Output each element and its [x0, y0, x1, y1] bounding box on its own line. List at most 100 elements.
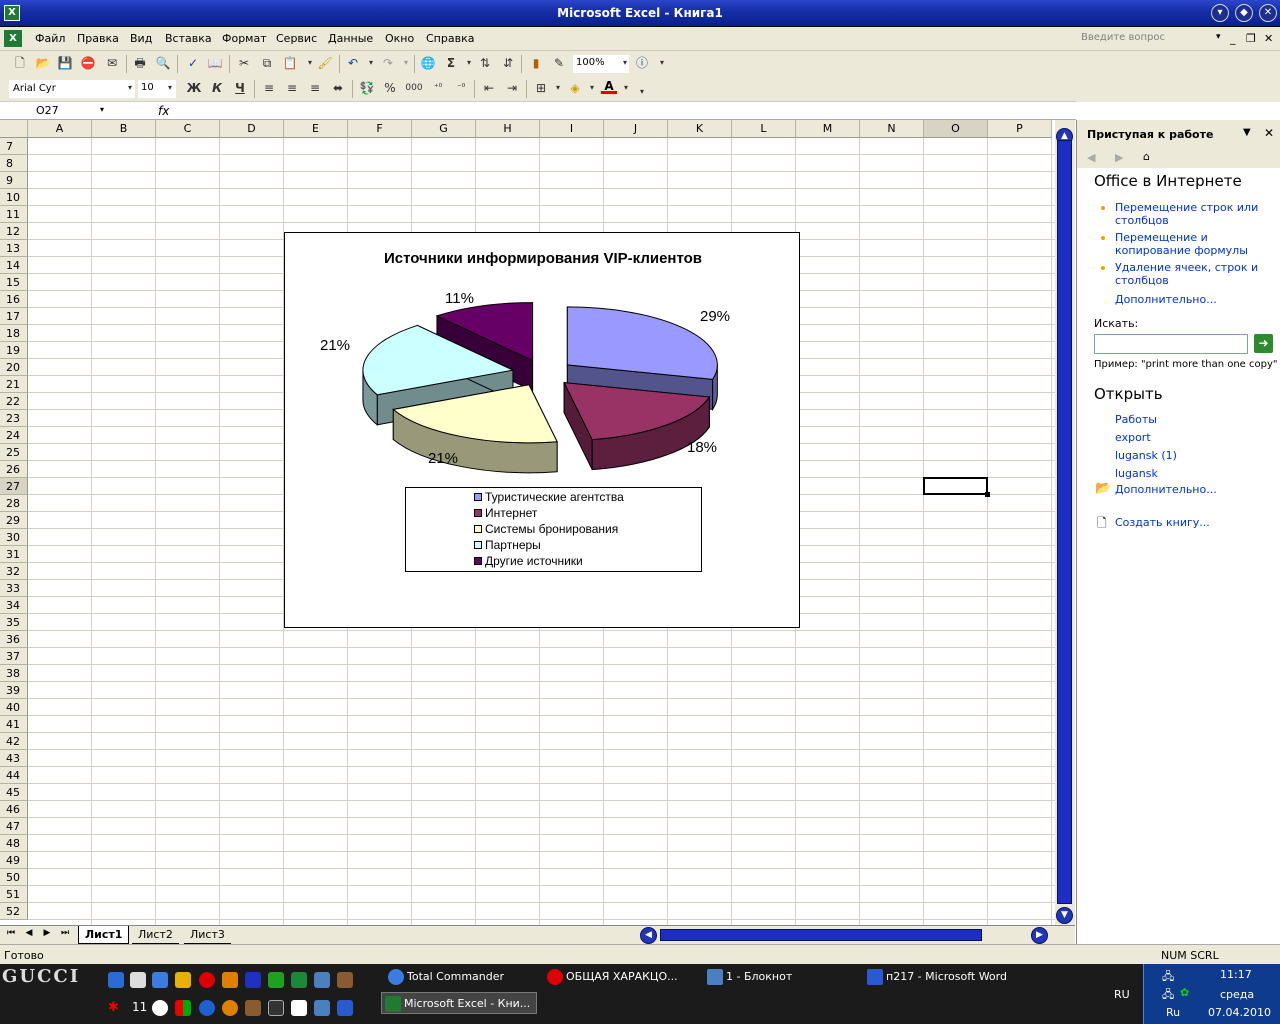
zoom-dropdown-icon[interactable]: ▾: [617, 55, 633, 71]
workbook-icon[interactable]: X: [4, 30, 22, 47]
mail-icon[interactable]: [222, 1000, 238, 1016]
prev-sheet-icon[interactable]: ◀: [22, 928, 36, 938]
search-app-icon[interactable]: [175, 972, 191, 988]
font-color-dropdown-icon[interactable]: ▾: [618, 80, 634, 96]
row-header-46[interactable]: 46: [0, 801, 28, 818]
menu-window[interactable]: Окно: [385, 32, 414, 45]
close-button[interactable]: ✕: [1259, 4, 1277, 22]
pie-slice-internet[interactable]: [563, 382, 711, 471]
row-header-23[interactable]: 23: [0, 410, 28, 427]
fill-color-icon[interactable]: ◈: [567, 80, 583, 96]
doc-restore-icon[interactable]: ❐: [1246, 32, 1256, 45]
ie-icon[interactable]: [108, 972, 124, 988]
format-painter-icon[interactable]: 🖌: [317, 55, 333, 71]
row-header-28[interactable]: 28: [0, 495, 28, 512]
row-header-45[interactable]: 45: [0, 784, 28, 801]
menu-insert[interactable]: Вставка: [165, 32, 212, 45]
link-delete-cells[interactable]: Удаление ячеек, строк и столбцов: [1115, 261, 1265, 287]
menu-format[interactable]: Формат: [222, 32, 267, 45]
merge-center-icon[interactable]: ⬌: [330, 80, 346, 96]
email-icon[interactable]: ✉: [104, 55, 120, 71]
col-header-o[interactable]: O: [924, 120, 988, 138]
undo-dropdown-icon[interactable]: ▾: [363, 55, 379, 71]
selected-cell-o27[interactable]: [923, 477, 990, 497]
decrease-decimal-icon[interactable]: ⁻⁰: [453, 80, 469, 96]
borders-icon[interactable]: ⊞: [533, 80, 549, 96]
app-icon-9[interactable]: [291, 972, 307, 988]
task-pane-menu-icon[interactable]: ▼: [1243, 127, 1251, 138]
clock-time[interactable]: 11:17: [1220, 968, 1252, 981]
col-header-a[interactable]: A: [28, 120, 92, 138]
task-opera[interactable]: ОБЩАЯ ХАРАКЦО...: [544, 966, 694, 988]
row-header-38[interactable]: 38: [0, 665, 28, 682]
link-move-formula[interactable]: Перемещение и копирование формулы: [1115, 231, 1275, 257]
row-header-51[interactable]: 51: [0, 886, 28, 903]
row-header-8[interactable]: 8: [0, 155, 28, 172]
file-link-3[interactable]: lugansk (1): [1115, 449, 1177, 462]
forward-icon[interactable]: ▶: [1115, 151, 1123, 164]
row-header-52[interactable]: 52: [0, 903, 28, 920]
vertical-scroll-thumb[interactable]: [1057, 140, 1072, 904]
font-dropdown-icon[interactable]: ▾: [122, 80, 138, 96]
task-excel[interactable]: Microsoft Excel - Кни...: [381, 992, 537, 1014]
increase-decimal-icon[interactable]: ⁺⁰: [430, 80, 446, 96]
app-icon-12[interactable]: ✱: [108, 1000, 119, 1015]
task-total-commander[interactable]: Total Commander 6.5...: [385, 966, 535, 1005]
bold-button[interactable]: Ж: [186, 80, 202, 96]
network-icon-2[interactable]: 🖧: [1162, 986, 1174, 1005]
start-button[interactable]: GUCCI: [2, 966, 88, 988]
percent-button[interactable]: %: [382, 80, 398, 96]
word-quick-icon[interactable]: [337, 1000, 353, 1016]
tray-language[interactable]: Ru: [1166, 1006, 1180, 1019]
row-header-44[interactable]: 44: [0, 767, 28, 784]
row-header-39[interactable]: 39: [0, 682, 28, 699]
menu-view[interactable]: Вид: [130, 32, 152, 45]
row-header-40[interactable]: 40: [0, 699, 28, 716]
col-header-c[interactable]: C: [156, 120, 220, 138]
search-go-icon[interactable]: ➜: [1254, 334, 1273, 353]
align-right-icon[interactable]: ≡: [307, 80, 323, 96]
row-header-36[interactable]: 36: [0, 631, 28, 648]
autosum-dropdown-icon[interactable]: ▾: [461, 55, 477, 71]
research-icon[interactable]: 📖: [207, 55, 223, 71]
save-icon[interactable]: 💾: [57, 55, 73, 71]
vertical-scrollbar[interactable]: ▲ ▼: [1055, 120, 1075, 926]
align-left-icon[interactable]: ≡: [261, 80, 277, 96]
task-pane-close-icon[interactable]: ✕: [1264, 126, 1274, 140]
col-header-n[interactable]: N: [860, 120, 924, 138]
app-icon-17[interactable]: [245, 1000, 261, 1016]
row-header-47[interactable]: 47: [0, 818, 28, 835]
borders-dropdown-icon[interactable]: ▾: [550, 80, 566, 96]
sheet-tab-1[interactable]: Лист1: [78, 926, 130, 944]
row-header-18[interactable]: 18: [0, 325, 28, 342]
doc-minimize-icon[interactable]: _: [1230, 32, 1236, 45]
app-icon-13[interactable]: [152, 1000, 168, 1016]
app-icon-18[interactable]: [268, 1000, 284, 1016]
minimize-button[interactable]: ▾: [1211, 4, 1229, 22]
redo-icon[interactable]: ↷: [380, 55, 396, 71]
italic-button[interactable]: К: [209, 80, 225, 96]
link-more-online[interactable]: Дополнительно...: [1115, 293, 1217, 306]
menu-edit[interactable]: Правка: [77, 32, 119, 45]
restore-button[interactable]: ◆: [1235, 4, 1253, 22]
row-header-43[interactable]: 43: [0, 750, 28, 767]
scroll-right-icon[interactable]: ▶: [1031, 927, 1048, 944]
paste-dropdown-icon[interactable]: ▾: [302, 55, 318, 71]
app-icon-11[interactable]: [337, 972, 353, 988]
app-icon-6[interactable]: [222, 972, 238, 988]
col-header-l[interactable]: L: [732, 120, 796, 138]
increase-indent-icon[interactable]: ⇥: [504, 80, 520, 96]
opera-icon[interactable]: [199, 972, 215, 988]
cut-icon[interactable]: ✂: [236, 55, 252, 71]
chart-legend[interactable]: Туристические агентства Интернет Системы…: [405, 487, 702, 572]
app-icon-14[interactable]: [175, 1000, 191, 1016]
col-header-d[interactable]: D: [220, 120, 284, 138]
app-icon-20[interactable]: [314, 1000, 330, 1016]
fill-dropdown-icon[interactable]: ▾: [584, 80, 600, 96]
file-link-2[interactable]: export: [1115, 431, 1151, 444]
row-header-24[interactable]: 24: [0, 427, 28, 444]
home-icon[interactable]: ⌂: [1143, 150, 1150, 163]
row-header-9[interactable]: 9: [0, 172, 28, 189]
row-header-29[interactable]: 29: [0, 512, 28, 529]
browser-icon[interactable]: [152, 972, 168, 988]
